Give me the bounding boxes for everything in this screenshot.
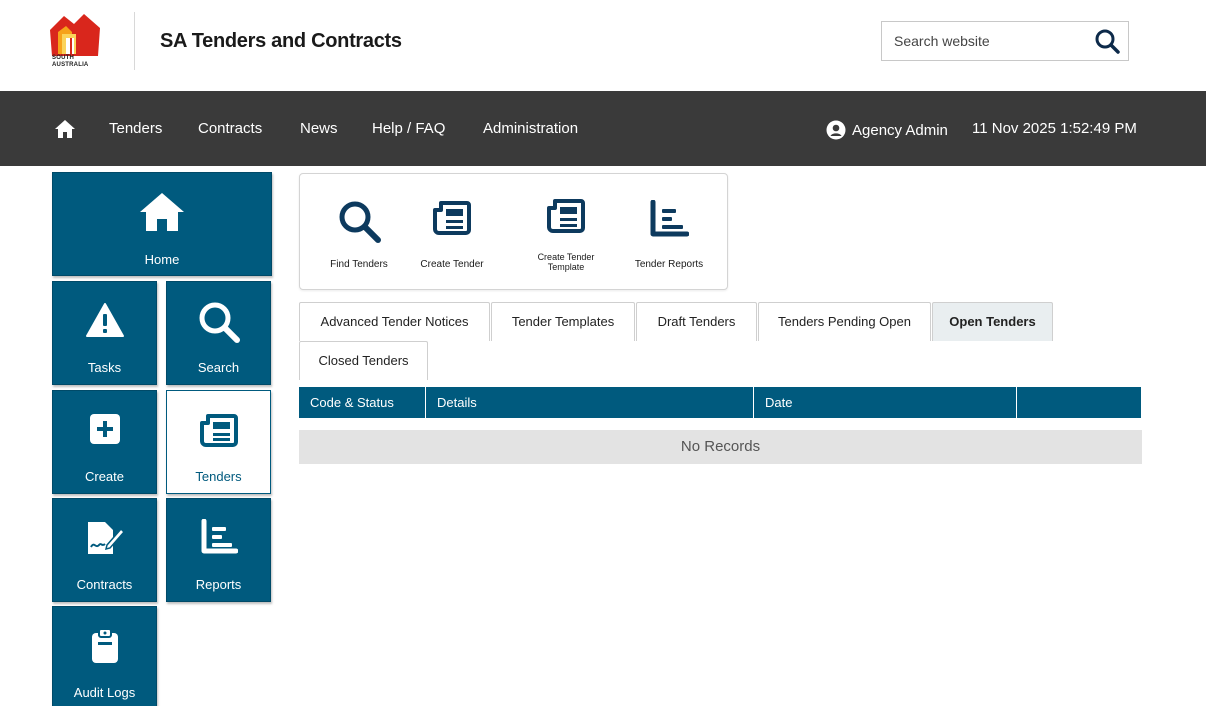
nav-help-faq[interactable]: Help / FAQ bbox=[372, 120, 445, 137]
tile-tenders[interactable]: Tenders bbox=[166, 390, 271, 494]
quick-label: Tender Reports bbox=[634, 259, 704, 270]
tile-home[interactable]: Home bbox=[52, 172, 272, 276]
warning-icon bbox=[85, 303, 124, 337]
tab-tenders-pending-open[interactable]: Tenders Pending Open bbox=[758, 302, 931, 341]
tile-reports[interactable]: Reports bbox=[166, 498, 271, 602]
tile-label: Tasks bbox=[87, 360, 122, 375]
tenders-table-header: Code & Status Details Date bbox=[299, 387, 1141, 418]
user-name: Agency Admin bbox=[852, 121, 948, 139]
tile-label: Audit Logs bbox=[73, 685, 136, 700]
tab-open-tenders[interactable]: Open Tenders bbox=[932, 302, 1053, 341]
tile-audit-logs[interactable]: Audit Logs bbox=[52, 606, 157, 706]
quick-label-line1: Create Tender bbox=[537, 252, 595, 262]
quick-label: Create Tender Template bbox=[512, 252, 620, 272]
nav-administration[interactable]: Administration bbox=[483, 120, 578, 137]
column-header-details[interactable]: Details bbox=[426, 387, 754, 418]
tab-tender-templates[interactable]: Tender Templates bbox=[491, 302, 635, 341]
search-icon bbox=[339, 201, 381, 243]
tile-label: Contracts bbox=[76, 577, 133, 592]
tile-label: Create bbox=[84, 469, 125, 484]
report-icon bbox=[650, 200, 689, 237]
nav-contracts[interactable]: Contracts bbox=[198, 120, 262, 137]
empty-table-message: No Records bbox=[299, 430, 1142, 464]
column-header-actions bbox=[1017, 387, 1141, 418]
signature-icon bbox=[87, 522, 125, 554]
newspaper-icon bbox=[547, 199, 585, 233]
quick-create-tender[interactable]: Create Tender bbox=[410, 174, 494, 291]
logo-text: SOUTH AUSTRALIA bbox=[52, 55, 89, 68]
plus-square-icon bbox=[89, 414, 120, 444]
quick-label-line2: Template bbox=[547, 262, 585, 272]
nav-tenders[interactable]: Tenders bbox=[109, 120, 162, 137]
search-input[interactable] bbox=[883, 23, 1083, 59]
quick-find-tenders[interactable]: Find Tenders bbox=[310, 174, 408, 291]
tile-search[interactable]: Search bbox=[166, 281, 271, 385]
current-datetime: 11 Nov 2025 1:52:49 PM bbox=[972, 120, 1137, 137]
clipboard-icon bbox=[91, 628, 118, 663]
home-icon bbox=[140, 193, 184, 231]
tile-label: Home bbox=[144, 252, 180, 267]
tile-label: Tenders bbox=[195, 469, 242, 484]
nav-news[interactable]: News bbox=[300, 120, 338, 137]
site-header: SOUTH AUSTRALIA SA Tenders and Contracts bbox=[0, 0, 1206, 91]
tile-create[interactable]: Create bbox=[52, 390, 157, 494]
report-icon bbox=[201, 519, 238, 554]
user-menu[interactable]: Agency Admin bbox=[826, 120, 948, 140]
tab-closed-tenders[interactable]: Closed Tenders bbox=[299, 341, 428, 380]
quick-label: Find Tenders bbox=[330, 259, 388, 270]
search-box bbox=[881, 21, 1129, 61]
quick-tender-reports[interactable]: Tender Reports bbox=[620, 174, 718, 291]
tile-contracts[interactable]: Contracts bbox=[52, 498, 157, 602]
tab-advanced-tender-notices[interactable]: Advanced Tender Notices bbox=[299, 302, 490, 341]
main-navbar: Tenders Contracts News Help / FAQ Admini… bbox=[0, 91, 1206, 166]
search-icon bbox=[199, 302, 240, 343]
newspaper-icon bbox=[433, 201, 471, 235]
tab-draft-tenders[interactable]: Draft Tenders bbox=[636, 302, 757, 341]
quick-label: Create Tender bbox=[420, 259, 484, 270]
user-circle-icon bbox=[826, 120, 846, 140]
tile-label: Reports bbox=[195, 577, 242, 592]
tile-label: Search bbox=[197, 360, 240, 375]
quick-create-tender-template[interactable]: Create Tender Template bbox=[512, 174, 620, 291]
site-title[interactable]: SA Tenders and Contracts bbox=[160, 30, 402, 53]
home-icon[interactable] bbox=[54, 119, 76, 139]
search-icon[interactable] bbox=[1094, 28, 1120, 54]
column-header-code-status[interactable]: Code & Status bbox=[299, 387, 426, 418]
quick-actions-panel: Find Tenders Create Tender Create Tender… bbox=[299, 173, 728, 290]
header-divider bbox=[134, 12, 135, 70]
tile-tasks[interactable]: Tasks bbox=[52, 281, 157, 385]
newspaper-icon bbox=[199, 414, 238, 447]
column-header-date[interactable]: Date bbox=[754, 387, 1017, 418]
